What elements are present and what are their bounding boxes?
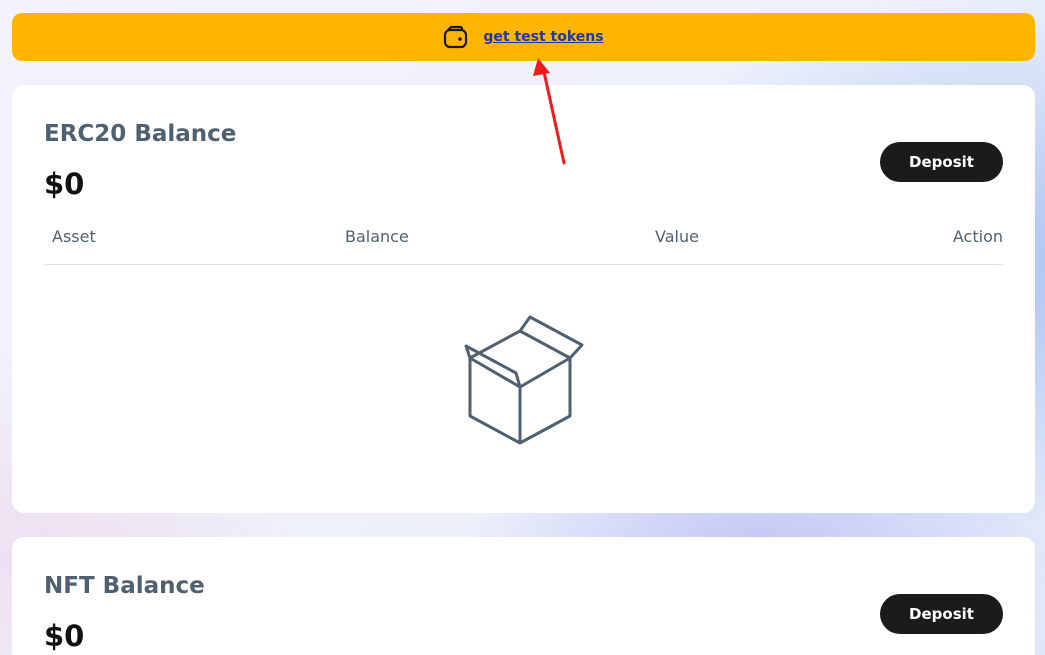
column-header-action: Action bbox=[952, 227, 1003, 246]
get-test-tokens-link[interactable]: get test tokens bbox=[483, 29, 603, 45]
nft-balance-card: NFT Balance $0 Deposit bbox=[12, 537, 1035, 655]
nft-deposit-button[interactable]: Deposit bbox=[880, 594, 1003, 634]
wallet-icon bbox=[443, 25, 469, 49]
column-header-asset: Asset bbox=[52, 227, 96, 246]
column-header-balance: Balance bbox=[345, 227, 409, 246]
erc20-deposit-button[interactable]: Deposit bbox=[880, 142, 1003, 182]
erc20-balance-title: ERC20 Balance bbox=[44, 121, 237, 147]
column-header-value: Value bbox=[655, 227, 699, 246]
erc20-table-header: Asset Balance Value Action bbox=[44, 227, 1003, 265]
erc20-balance-card: ERC20 Balance $0 Deposit Asset Balance V… bbox=[12, 85, 1035, 513]
nft-balance-amount: $0 bbox=[44, 619, 85, 653]
nft-balance-title: NFT Balance bbox=[44, 573, 205, 599]
erc20-balance-amount: $0 bbox=[44, 167, 85, 201]
test-tokens-banner: get test tokens bbox=[12, 13, 1035, 61]
empty-box-icon bbox=[458, 313, 588, 451]
